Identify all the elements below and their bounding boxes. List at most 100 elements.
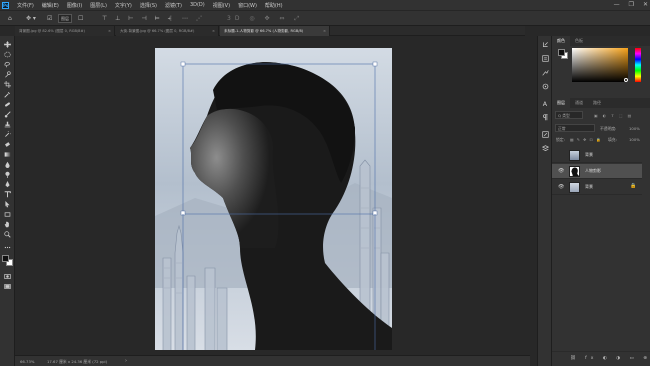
character-panel-icon[interactable]: A [541,99,550,107]
layers-panel-footer: ⛓ fx ◐ ◑ ▭ ⊕ 🗑 [552,351,650,364]
path-selection-tool-icon[interactable] [3,200,12,208]
menu-window[interactable]: 窗口(W) [238,2,257,9]
color-swatches[interactable] [2,255,13,267]
tab-document-3[interactable]: 未标题-1-人物剪影 @ 66.7% (人物剪影, RGB/8) × [220,26,330,36]
layer-name: 背景 [585,152,593,157]
clone-stamp-tool-icon[interactable] [3,120,12,128]
layer-comps-panel-icon[interactable] [541,144,550,152]
tab-label: 背景图.jpg @ 82.6% (图层 0, RGB/8#) [19,29,85,33]
layer-kind-filter[interactable]: Q 类型 [555,111,583,119]
eyedropper-tool-icon[interactable] [3,90,12,98]
healing-brush-tool-icon[interactable] [3,100,12,108]
tab-layers[interactable]: 图层 [552,98,570,108]
properties-panel-icon[interactable] [541,54,550,62]
3d-mode-icons[interactable]: 3D ◎ ✥ ⇔ ⤢ [227,14,303,23]
color-panel-swatches[interactable] [558,49,568,59]
color-picker-cursor[interactable] [624,78,628,82]
auto-select-checkbox[interactable]: ☑ [47,14,52,23]
menu-edit[interactable]: 编辑(E) [42,2,59,9]
hue-slider[interactable] [635,48,641,82]
libraries-panel-icon[interactable] [541,82,550,90]
menu-type[interactable]: 文字(Y) [115,2,132,9]
menu-view[interactable]: 视图(V) [213,2,230,9]
menu-3d[interactable]: 3D(D) [190,2,205,8]
paragraph-panel-icon[interactable] [541,113,550,121]
move-tool-icon[interactable]: ✥ ▾ [26,14,36,23]
tab-document-2[interactable]: 大街-背景图.jpg @ 66.7% (图层 0, RGB/8#) × [116,26,219,36]
status-bar: 66.73% 17.67 厘米 x 24.36 厘米 (72 ppi) › [15,355,530,366]
home-icon[interactable]: ⌂ [8,14,12,23]
close-button[interactable]: ✕ [643,1,648,8]
restore-button[interactable]: ❐ [629,1,634,8]
tab-color[interactable]: 颜色 [552,36,570,46]
lock-icons[interactable]: ▦ ✎ ✥ ⊡ 🔒 [570,137,602,142]
foreground-color-swatch[interactable] [2,255,9,262]
eye-icon[interactable]: 👁 [558,168,564,174]
auto-select-dropdown[interactable]: 图层 [58,14,72,23]
adjustments-panel-icon[interactable] [541,68,550,76]
dodge-tool-icon[interactable] [3,170,12,178]
brush-settings-panel-icon[interactable] [541,130,550,138]
menu-layer[interactable]: 图层(L) [90,2,107,9]
minimize-button[interactable]: — [614,1,620,8]
move-tool-icon[interactable] [3,40,12,48]
right-panels: 颜色 色板 图层 通道 路径 Q 类型 ▣ ◐ T ⬚ ▤ 正常 不透明度: 1… [552,36,650,366]
tab-document-1[interactable]: 背景图.jpg @ 82.6% (图层 0, RGB/8#) × [15,26,115,36]
history-panel-icon[interactable] [541,40,550,48]
menu-file[interactable]: 文件(F) [17,2,34,9]
quick-mask-icon[interactable] [3,272,12,280]
opacity-value[interactable]: 100% [629,126,640,131]
eraser-tool-icon[interactable] [3,140,12,148]
filter-icons[interactable]: ▣ ◐ T ⬚ ▤ [594,113,633,118]
rectangle-tool-icon[interactable] [3,210,12,218]
layer-row-selected[interactable]: 👁 人物剪影 [552,164,642,179]
lasso-tool-icon[interactable] [3,60,12,68]
align-buttons[interactable]: ⊤ ⊥ ⊢ ⊣ ⊨ ⫞ [102,14,174,23]
brush-tool-icon[interactable] [3,110,12,118]
more-tools-icon[interactable] [3,243,12,251]
visibility-toggle-off[interactable] [558,152,564,158]
document-info: 17.67 厘米 x 24.36 厘米 (72 ppi) [47,359,108,364]
layer-thumbnail [569,150,580,161]
hand-tool-icon[interactable] [3,220,12,228]
status-menu-arrow[interactable]: › [125,358,127,364]
zoom-tool-icon[interactable] [3,230,12,238]
menu-select[interactable]: 选择(S) [140,2,157,9]
history-brush-tool-icon[interactable] [3,130,12,138]
eye-icon[interactable]: 👁 [558,184,564,190]
menu-filter[interactable]: 滤镜(T) [165,2,182,9]
layer-row[interactable]: 👁 背景 🔒 [552,180,642,195]
layer-row[interactable]: 背景 [552,148,642,163]
tab-swatches[interactable]: 色板 [570,36,588,46]
layer-thumbnail [569,166,580,177]
marquee-tool-icon[interactable] [3,50,12,58]
layer-actions[interactable]: ⛓ fx ◐ ◑ ▭ ⊕ 🗑 [570,356,650,361]
tab-label: 大街-背景图.jpg @ 66.7% (图层 0, RGB/8#) [120,29,195,33]
blend-mode-dropdown[interactable]: 正常 [555,124,595,132]
screen-mode-icon[interactable] [3,282,12,290]
transform-controls-checkbox[interactable]: ☐ [78,14,83,23]
menu-help[interactable]: 帮助(H) [265,2,283,9]
pen-tool-icon[interactable] [3,180,12,188]
gradient-tool-icon[interactable] [3,150,12,158]
crop-tool-icon[interactable] [3,80,12,88]
foreground-color-swatch[interactable] [558,49,565,56]
blur-tool-icon[interactable] [3,160,12,168]
color-picker-field[interactable] [572,48,628,82]
tab-paths[interactable]: 路径 [588,98,606,108]
quick-select-tool-icon[interactable] [3,70,12,78]
zoom-level[interactable]: 66.73% [20,359,34,364]
type-tool-icon[interactable] [3,190,12,198]
tab-channels[interactable]: 通道 [570,98,588,108]
close-tab-icon[interactable]: × [212,26,215,36]
close-tab-icon[interactable]: × [323,26,326,36]
panel-icon-strip: A [537,36,552,366]
fill-value[interactable]: 100% [629,137,640,142]
menu-image[interactable]: 图像(I) [67,2,82,9]
layer-name: 背景 [585,184,593,189]
distribute-buttons[interactable]: ⋮ ⋯ ⋰ [168,14,205,23]
document-canvas[interactable] [155,48,392,350]
tools-panel [0,36,15,366]
close-tab-icon[interactable]: × [108,26,111,36]
color-panel-tabs: 颜色 色板 [552,36,650,46]
